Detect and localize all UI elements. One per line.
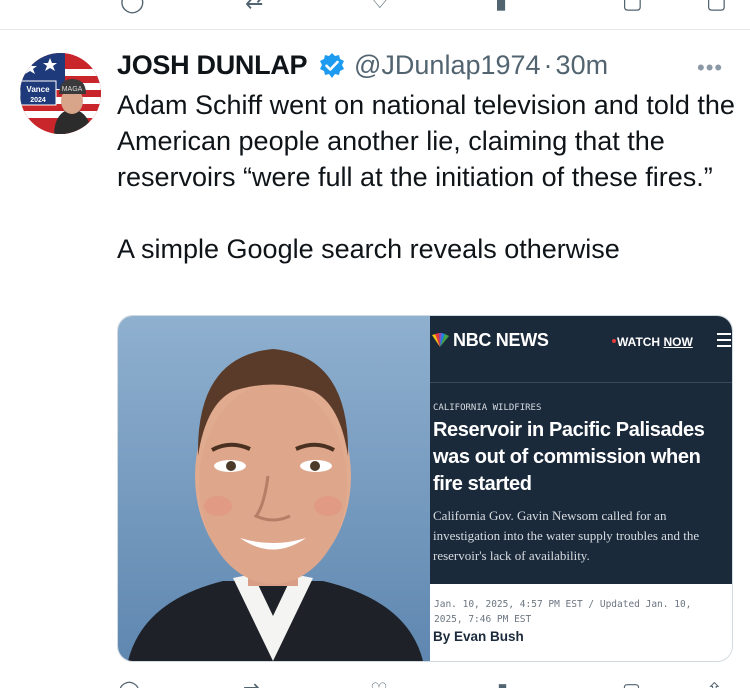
views-icon[interactable]: ▮ [497,678,508,688]
bookmark-icon[interactable]: ▢ [622,0,643,14]
retweet-icon[interactable]: ⇄ [243,678,260,688]
verified-badge-icon [318,52,346,80]
avatar-image: Vance 2024 MAGA [20,53,101,134]
menu-icon[interactable] [717,333,731,351]
tweet-paragraph: Adam Schiff went on national television … [117,90,735,192]
watch-now-link[interactable]: WATCH NOW [612,335,693,349]
nbc-article-header: NBC NEWS WATCH NOW CALIFORNIA WILDFIRES … [430,316,732,584]
tweet-actions: ◯ ⇄ ♡ ▮ ▢ ⇧ [0,674,750,688]
nbc-header-divider [430,382,732,383]
portrait-photo[interactable] [118,316,430,661]
timestamp[interactable]: 30m [556,50,609,80]
avatar[interactable]: Vance 2024 MAGA [20,53,101,134]
like-icon[interactable]: ♡ [370,678,388,688]
previous-tweet-actions: ◯ ⇄ ♡ ▮ ▢ ▢ [0,0,750,28]
article-byline: By Evan Bush [433,629,524,644]
share-icon[interactable]: ▢ [706,0,727,14]
nbc-logo: NBC NEWS [430,330,549,351]
peacock-icon [432,333,449,347]
nbc-article[interactable]: NBC NEWS WATCH NOW CALIFORNIA WILDFIRES … [430,316,732,661]
article-timestamp: Jan. 10, 2025, 4:57 PM EST / Updated Jan… [434,599,692,625]
avatar-badge-year: 2024 [30,97,46,104]
article-headline: Reservoir in Pacific Palisades was out o… [433,419,705,495]
share-icon[interactable]: ⇧ [706,678,723,688]
reply-icon[interactable]: ◯ [120,0,145,14]
watch-now: NOW [663,335,693,349]
tweet-text: Adam Schiff went on national television … [117,87,737,267]
media-card[interactable]: NBC NEWS WATCH NOW CALIFORNIA WILDFIRES … [117,315,733,662]
retweet-icon[interactable]: ⇄ [245,0,263,14]
tweet-paragraph: A simple Google search reveals otherwise [117,234,620,264]
avatar-hat-text: MAGA [62,86,83,93]
nbc-brand: NBC NEWS [453,330,549,350]
more-icon[interactable]: ••• [697,55,723,81]
like-icon[interactable]: ♡ [370,0,390,14]
separator: · [543,50,553,80]
handle[interactable]: @JDunlap1974 [354,50,541,80]
live-dot-icon [612,339,616,343]
handle-time[interactable]: @JDunlap1974 · 30m [354,50,608,81]
avatar-badge-name: Vance [26,85,50,94]
reply-icon[interactable]: ◯ [118,678,140,688]
watch-label: WATCH [617,335,661,349]
article-dek: California Gov. Gavin Newsom called for … [433,508,700,563]
article-kicker: CALIFORNIA WILDFIRES [433,403,542,413]
tweet-divider [0,29,750,30]
bookmark-icon[interactable]: ▢ [622,678,641,688]
display-name[interactable]: JOSH DUNLAP [117,50,308,81]
views-icon[interactable]: ▮ [495,0,507,14]
